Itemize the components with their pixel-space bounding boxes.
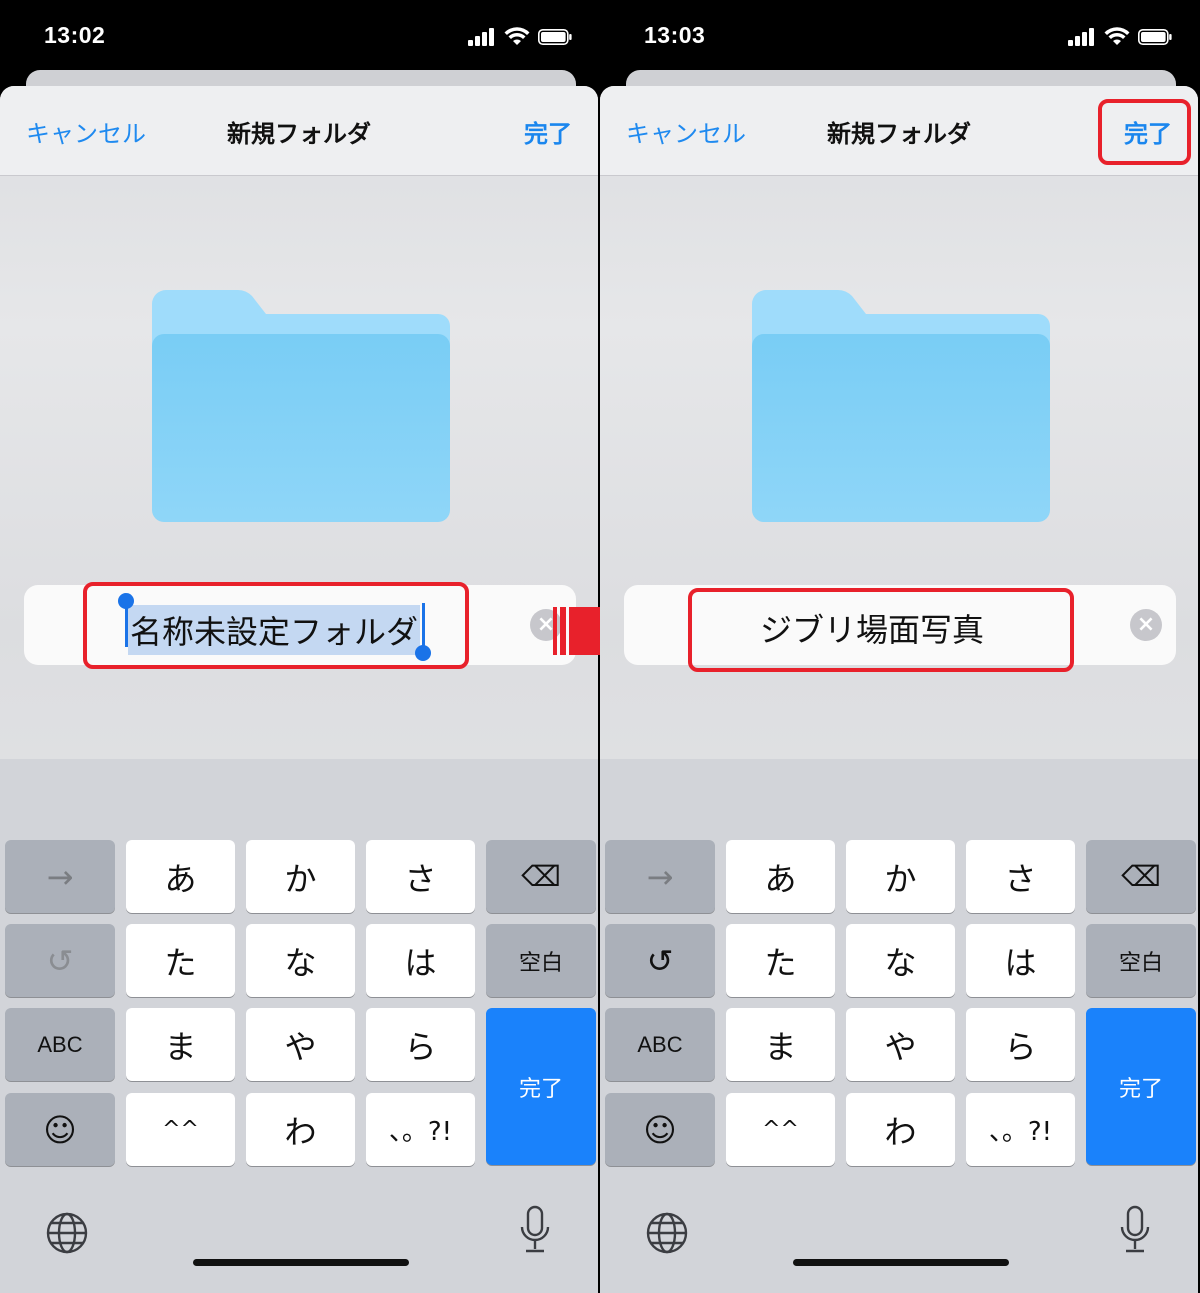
status-icons [1068, 24, 1178, 50]
screen-after: 13:03 キャンセル 新規フォルダ 完了 ジブリ場面写真 × → あ か さ [600, 0, 1198, 1293]
japanese-kana-keyboard: → あ か さ ⌫ ↺ た な は 空白 ABC ま や ら 完了 ☺ ^^ わ… [0, 759, 598, 1293]
globe-icon[interactable] [645, 1211, 689, 1255]
signal-icon [1068, 28, 1096, 46]
key-emoji[interactable]: ☺ [5, 1093, 115, 1166]
key-punctuation[interactable]: 、。?! [366, 1093, 475, 1166]
key-sa[interactable]: さ [966, 840, 1075, 913]
key-punctuation[interactable]: 、。?! [966, 1093, 1075, 1166]
key-space[interactable]: 空白 [1086, 924, 1196, 997]
microphone-icon[interactable] [1118, 1205, 1152, 1255]
highlight-name-field [688, 588, 1074, 672]
status-bar: 13:02 [0, 0, 598, 70]
key-ha[interactable]: は [366, 924, 475, 997]
highlight-done-button [1098, 99, 1191, 165]
key-undo[interactable]: ↺ [605, 924, 715, 997]
key-ha[interactable]: は [966, 924, 1075, 997]
wifi-icon [504, 27, 530, 45]
key-na[interactable]: な [246, 924, 355, 997]
key-a[interactable]: あ [126, 840, 235, 913]
japanese-kana-keyboard: → あ か さ ⌫ ↺ た な は 空白 ABC ま や ら 完了 ☺ ^^ わ… [600, 759, 1198, 1293]
status-icons [468, 24, 578, 50]
key-ta[interactable]: た [126, 924, 235, 997]
key-ra[interactable]: ら [966, 1008, 1075, 1081]
done-button[interactable]: 完了 [524, 114, 572, 149]
key-wa[interactable]: わ [246, 1093, 355, 1166]
wifi-icon [1104, 27, 1130, 45]
key-done[interactable]: 完了 [486, 1008, 596, 1165]
folder-icon [752, 290, 1050, 522]
key-delete[interactable]: ⌫ [1086, 840, 1196, 913]
new-folder-sheet: キャンセル 新規フォルダ 完了 ジブリ場面写真 × → あ か さ ⌫ ↺ た … [600, 86, 1198, 1293]
key-ra[interactable]: ら [366, 1008, 475, 1081]
key-ma[interactable]: ま [126, 1008, 235, 1081]
key-abc[interactable]: ABC [605, 1008, 715, 1081]
key-undo[interactable]: ↺ [5, 924, 115, 997]
home-indicator [793, 1259, 1009, 1266]
screen-before: 13:02 キャンセル 新規フォルダ 完了 名称未設定フォルダ × → あ か … [0, 0, 598, 1293]
key-ya[interactable]: や [246, 1008, 355, 1081]
key-na[interactable]: な [846, 924, 955, 997]
key-ka[interactable]: か [846, 840, 955, 913]
key-next-arrow[interactable]: → [5, 840, 115, 913]
key-ya[interactable]: や [846, 1008, 955, 1081]
key-ta[interactable]: た [726, 924, 835, 997]
key-done[interactable]: 完了 [1086, 1008, 1196, 1165]
key-ma[interactable]: ま [726, 1008, 835, 1081]
key-kaomoji[interactable]: ^^ [126, 1093, 235, 1166]
page-title: 新規フォルダ [227, 120, 371, 148]
key-emoji[interactable]: ☺ [605, 1093, 715, 1166]
microphone-icon[interactable] [518, 1205, 552, 1255]
home-indicator [193, 1259, 409, 1266]
signal-icon [468, 28, 496, 46]
battery-icon [1138, 29, 1172, 45]
key-abc[interactable]: ABC [5, 1008, 115, 1081]
navigation-bar: キャンセル 新規フォルダ 完了 [0, 86, 598, 176]
status-bar: 13:03 [600, 0, 1198, 70]
key-wa[interactable]: わ [846, 1093, 955, 1166]
key-delete[interactable]: ⌫ [486, 840, 596, 913]
globe-icon[interactable] [45, 1211, 89, 1255]
clear-text-icon[interactable]: × [1130, 609, 1162, 641]
key-next-arrow[interactable]: → [605, 840, 715, 913]
key-space[interactable]: 空白 [486, 924, 596, 997]
status-time: 13:03 [644, 22, 706, 48]
status-time: 13:02 [44, 22, 106, 48]
battery-icon [538, 29, 572, 45]
key-sa[interactable]: さ [366, 840, 475, 913]
highlight-name-field [83, 582, 469, 669]
key-ka[interactable]: か [246, 840, 355, 913]
key-a[interactable]: あ [726, 840, 835, 913]
new-folder-sheet: キャンセル 新規フォルダ 完了 名称未設定フォルダ × → あ か さ ⌫ ↺ … [0, 86, 598, 1293]
key-kaomoji[interactable]: ^^ [726, 1093, 835, 1166]
folder-icon [152, 290, 450, 522]
